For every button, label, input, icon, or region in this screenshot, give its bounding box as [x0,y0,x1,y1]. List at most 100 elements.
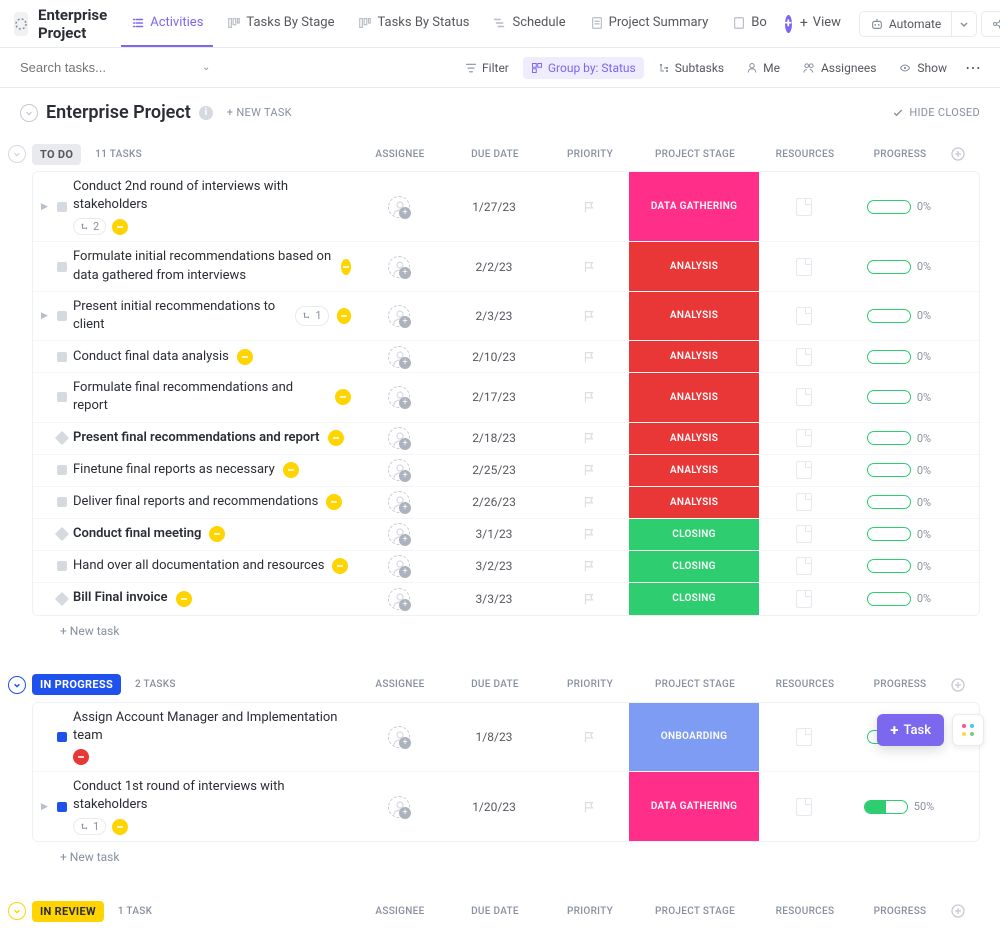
task-row[interactable]: ▶ Formulate initial recommendations base… [33,242,979,291]
due-date-cell[interactable]: 2/2/23 [439,260,549,274]
assignee-cell[interactable] [359,491,439,513]
priority-cell[interactable] [549,390,629,404]
task-row[interactable]: ▶ Formulate final recommendations and re… [33,373,979,422]
add-view-plus-icon[interactable]: + [785,15,792,33]
group-by-button[interactable]: Group by: Status [523,57,644,79]
priority-badge[interactable] [332,558,348,574]
priority-badge[interactable] [237,349,253,365]
project-stage-cell[interactable]: ANALYSIS [629,487,759,518]
apps-fab[interactable] [952,714,984,746]
priority-cell[interactable] [549,431,629,445]
progress-cell[interactable]: 0% [849,495,949,509]
progress-cell[interactable]: 0% [849,463,949,477]
automate-button[interactable]: Automate [859,11,951,37]
assignee-cell[interactable] [359,555,439,577]
priority-badge[interactable] [283,462,299,478]
new-task-header-button[interactable]: + NEW TASK [227,106,292,119]
tab-tasks-by-status[interactable]: Tasks By Status [348,1,479,47]
progress-cell[interactable]: 0% [849,527,949,541]
share-button[interactable]: Share [981,11,1000,37]
add-column-button[interactable] [950,903,980,919]
priority-cell[interactable] [549,730,629,744]
priority-cell[interactable] [549,495,629,509]
add-view-button[interactable]: + View [800,1,851,47]
progress-cell[interactable]: 0% [849,431,949,445]
col-assignee[interactable]: ASSIGNEE [360,906,440,917]
priority-badge[interactable] [341,259,351,275]
col-progress[interactable]: PROGRESS [850,906,950,917]
assignee-cell[interactable] [359,523,439,545]
task-row[interactable]: ▶ Conduct 2nd round of interviews with s… [33,172,979,242]
group-collapse-button[interactable] [8,676,26,694]
due-date-cell[interactable]: 3/2/23 [439,559,549,573]
subtask-count-badge[interactable]: 1 [73,818,106,835]
priority-badge[interactable] [337,308,351,324]
task-row[interactable]: ▶ Finetune final reports as necessary 2/… [33,455,979,487]
task-row[interactable]: ▶ Deliver final reports and recommendati… [33,487,979,519]
assignee-cell[interactable] [359,726,439,748]
resources-cell[interactable] [759,388,849,406]
col-assignee[interactable]: ASSIGNEE [360,679,440,690]
task-row[interactable]: ▶ Bill Final invoice 3/3/23 CLOSING [33,583,979,615]
project-stage-cell[interactable]: DATA GATHERING [629,772,759,841]
project-stage-cell[interactable]: CLOSING [629,519,759,550]
progress-cell[interactable]: 0% [849,559,949,573]
assignees-button[interactable]: Assignees [794,57,884,79]
project-stage-cell[interactable]: ANALYSIS [629,341,759,372]
status-dot[interactable] [55,591,69,605]
assignee-cell[interactable] [359,459,439,481]
tab-schedule[interactable]: Schedule [483,1,575,47]
add-column-button[interactable] [950,677,980,693]
col-progress[interactable]: PROGRESS [850,679,950,690]
status-dot[interactable] [57,202,67,212]
resources-cell[interactable] [759,798,849,816]
priority-badge[interactable] [112,219,128,235]
tab-tasks-by-stage[interactable]: Tasks By Stage [217,1,344,47]
status-dot[interactable] [57,465,67,475]
progress-cell[interactable]: 0% [849,200,949,214]
new-task-fab[interactable]: + Task [877,714,944,746]
col-progress[interactable]: PROGRESS [850,149,950,160]
status-dot[interactable] [57,311,67,321]
project-stage-cell[interactable]: CLOSING [629,583,759,615]
due-date-cell[interactable]: 3/3/23 [439,592,549,606]
col-resources[interactable]: RESOURCES [760,149,850,160]
me-button[interactable]: Me [738,57,788,79]
progress-cell[interactable]: 0% [849,390,949,404]
resources-cell[interactable] [759,348,849,366]
assignee-cell[interactable] [359,346,439,368]
col-project-stage[interactable]: PROJECT STAGE [630,906,760,917]
task-row[interactable]: ▶ Conduct final meeting 3/1/23 CLOSING [33,519,979,551]
col-priority[interactable]: PRIORITY [550,906,630,917]
new-task-button[interactable]: + New task [32,842,980,872]
due-date-cell[interactable]: 2/18/23 [439,431,549,445]
progress-cell[interactable]: 50% [849,800,949,814]
info-icon[interactable]: i [199,106,213,120]
priority-cell[interactable] [549,463,629,477]
status-dot[interactable] [57,732,67,742]
due-date-cell[interactable]: 3/1/23 [439,527,549,541]
priority-badge[interactable] [73,749,89,765]
priority-badge[interactable] [176,591,192,607]
priority-badge[interactable] [335,389,351,405]
group-status-pill[interactable]: IN PROGRESS [32,674,121,695]
col-assignee[interactable]: ASSIGNEE [360,149,440,160]
priority-badge[interactable] [326,494,342,510]
project-stage-cell[interactable]: DATA GATHERING [629,172,759,241]
assignee-cell[interactable] [359,796,439,818]
assignee-cell[interactable] [359,196,439,218]
project-stage-cell[interactable]: ONBOARDING [629,703,759,771]
col-priority[interactable]: PRIORITY [550,679,630,690]
status-dot[interactable] [55,431,69,445]
project-stage-cell[interactable]: ANALYSIS [629,455,759,486]
task-row[interactable]: ▶ Assign Account Manager and Implementat… [33,703,979,772]
due-date-cell[interactable]: 1/20/23 [439,800,549,814]
resources-cell[interactable] [759,258,849,276]
status-dot[interactable] [57,561,67,571]
progress-cell[interactable]: 0% [849,350,949,364]
priority-cell[interactable] [549,200,629,214]
priority-cell[interactable] [549,592,629,606]
priority-badge[interactable] [209,526,225,542]
progress-cell[interactable]: 0% [849,309,949,323]
automate-dropdown[interactable] [951,11,977,37]
